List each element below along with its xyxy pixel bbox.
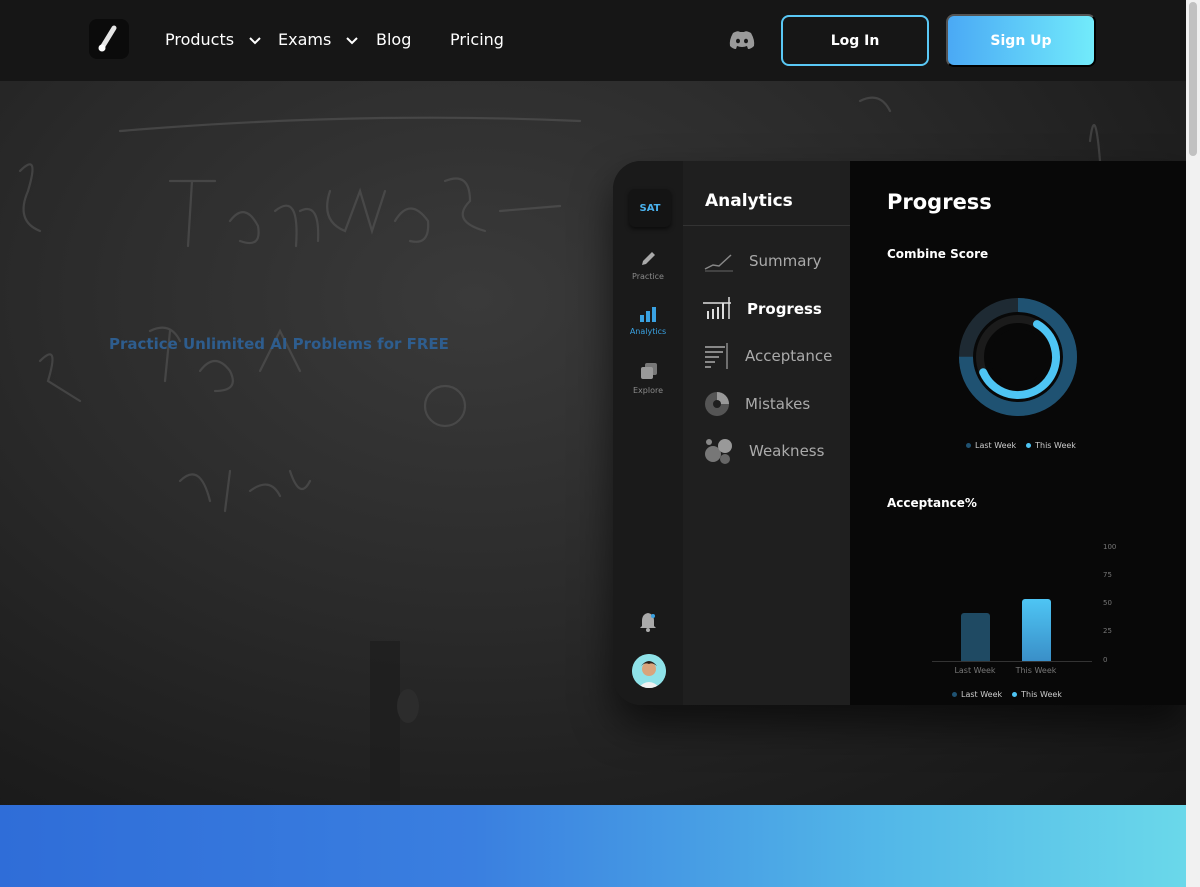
- menu-item-progress[interactable]: Progress: [703, 297, 822, 321]
- user-avatar-icon: [632, 654, 666, 688]
- nav-exams-label: Exams: [278, 30, 332, 49]
- menu-label-mistakes: Mistakes: [745, 395, 811, 413]
- legend-dot-this-week: [1026, 443, 1032, 448]
- nav-pricing[interactable]: Pricing: [450, 30, 504, 50]
- chevron-down-icon: [249, 36, 261, 44]
- menu-item-summary[interactable]: Summary: [703, 249, 822, 273]
- bar-legend: Last Week This Week: [952, 690, 1062, 699]
- app-side-rail: SAT Practice Analytics Explore: [613, 161, 683, 705]
- menu-label-summary: Summary: [749, 252, 822, 270]
- y-tick-50: 50: [1103, 599, 1112, 607]
- y-tick-100: 100: [1103, 543, 1117, 551]
- x-label-this-week: This Week: [1015, 666, 1057, 675]
- analytics-menu-panel: Analytics Summary Progress Acceptance Mi…: [683, 161, 850, 705]
- rail-label-explore: Explore: [632, 386, 664, 395]
- nav-blog-label: Blog: [376, 30, 412, 49]
- menu-label-acceptance: Acceptance: [745, 347, 833, 365]
- list-icon: [705, 343, 728, 369]
- legend-dot-last-week: [952, 692, 957, 697]
- pencil-icon: [642, 252, 655, 265]
- legend-last-week: Last Week: [961, 690, 1003, 699]
- combine-score-title: Combine Score: [887, 247, 989, 261]
- signup-button[interactable]: Sign Up: [946, 14, 1096, 67]
- progress-panel: Progress Combine Score Last Week This We…: [850, 161, 1186, 705]
- cards-icon: [641, 363, 657, 379]
- hero-tagline: Practice Unlimited AI Problems for FREE: [109, 335, 449, 353]
- legend-this-week: This Week: [1021, 690, 1062, 699]
- logo[interactable]: [89, 19, 129, 59]
- nav-blog[interactable]: Blog: [376, 30, 411, 50]
- menu-item-weakness[interactable]: Weakness: [703, 436, 824, 466]
- donut-legend: Last Week This Week: [966, 441, 1076, 450]
- legend-dot-last-week: [966, 443, 971, 448]
- pie-icon: [705, 392, 729, 416]
- rail-item-practice[interactable]: Practice: [613, 249, 683, 281]
- nav-exams[interactable]: Exams: [278, 30, 359, 50]
- acceptance-bar-this-week: [1022, 598, 1051, 661]
- scrollbar-thumb[interactable]: [1189, 2, 1197, 156]
- nav-products-label: Products: [165, 30, 235, 49]
- rail-label-practice: Practice: [632, 272, 664, 281]
- analytics-title: Analytics: [705, 191, 793, 211]
- rail-label-analytics: Analytics: [629, 327, 667, 336]
- hero-section: Practice Unlimited AI Problems for FREE …: [0, 81, 1186, 805]
- page: Products Exams Blog Pricing Log In Sign …: [0, 0, 1200, 887]
- avatar[interactable]: [632, 654, 666, 688]
- exam-badge[interactable]: SAT: [629, 189, 671, 227]
- scrollbar[interactable]: [1186, 0, 1200, 887]
- combine-score-donut: [959, 298, 1077, 416]
- x-axis-line: [932, 661, 1092, 662]
- cta-gradient-band: [0, 805, 1186, 887]
- menu-label-progress: Progress: [747, 300, 822, 318]
- bubbles-icon: [705, 439, 732, 464]
- rail-item-explore[interactable]: Explore: [613, 361, 683, 395]
- menu-item-mistakes[interactable]: Mistakes: [703, 390, 810, 418]
- bar-chart-icon: [640, 307, 656, 322]
- nav-pricing-label: Pricing: [450, 30, 504, 49]
- rail-item-analytics[interactable]: Analytics: [613, 304, 683, 336]
- chevron-down-icon: [346, 36, 359, 44]
- acceptance-bar-last-week: [961, 612, 990, 661]
- bars-icon: [703, 297, 731, 319]
- app-preview: SAT Practice Analytics Explore Analytics…: [613, 161, 1186, 705]
- acceptance-title: Acceptance%: [887, 496, 977, 510]
- legend-last-week: Last Week: [975, 441, 1017, 450]
- progress-title: Progress: [887, 190, 992, 214]
- chalk-logo-icon: [98, 25, 117, 52]
- top-navbar: Products Exams Blog Pricing Log In Sign …: [0, 0, 1186, 81]
- bell-icon[interactable]: [638, 611, 658, 633]
- y-tick-0: 0: [1103, 656, 1108, 664]
- legend-this-week: This Week: [1035, 441, 1076, 450]
- y-tick-75: 75: [1103, 571, 1112, 579]
- trend-icon: [704, 254, 733, 272]
- x-label-last-week: Last Week: [954, 666, 996, 675]
- nav-products[interactable]: Products: [165, 30, 261, 50]
- divider: [683, 225, 850, 226]
- y-tick-25: 25: [1103, 627, 1112, 635]
- menu-item-acceptance[interactable]: Acceptance: [703, 341, 832, 371]
- login-button[interactable]: Log In: [781, 15, 929, 66]
- legend-dot-this-week: [1012, 692, 1018, 697]
- discord-icon[interactable]: [729, 30, 755, 50]
- menu-label-weakness: Weakness: [749, 442, 825, 460]
